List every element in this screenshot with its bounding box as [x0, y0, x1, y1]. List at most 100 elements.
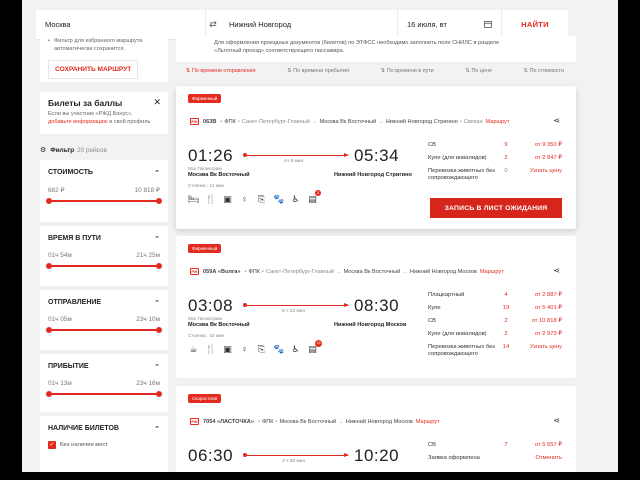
chevron-up-icon[interactable]: ⌃ [154, 235, 160, 243]
seat-count: 0 [504, 168, 508, 174]
frame-right [618, 0, 640, 480]
date-value: 16 июля, вт [407, 20, 447, 29]
range-min: 01ч 05м [48, 316, 72, 323]
route-arrow [243, 303, 349, 307]
price: от 10 818 ₽ [531, 318, 562, 324]
train-badge: Скоростной [188, 394, 222, 403]
bed-icon: 🛏 [188, 194, 200, 204]
train-logo-icon: РЖ [190, 268, 199, 275]
class-name: СВ [428, 318, 437, 324]
seat-count: 2 [504, 318, 508, 324]
from-input[interactable]: Москва [36, 10, 206, 39]
price-row[interactable]: Купе 19 от 5 401 ₽ [428, 305, 562, 318]
date-input[interactable]: 16 июля, вт [398, 10, 502, 39]
share-icon[interactable]: ⋖ [553, 266, 560, 275]
range-max: 23ч 16м [136, 380, 160, 387]
price-slider[interactable] [46, 198, 162, 204]
route-link[interactable]: Маршрут [480, 269, 504, 275]
filter-label: Фильтр [50, 146, 75, 154]
filter-row[interactable]: ⚙ Фильтр 20 рейсов [40, 143, 168, 157]
chevron-up-icon[interactable]: ⌃ [154, 299, 160, 307]
sort-bar: ⇅ По времени отправления ⇅ По времени пр… [176, 68, 576, 80]
class-name: СВ [428, 142, 437, 148]
route-from: Санкт-Петербург-Главный [241, 118, 310, 125]
frame-left [0, 0, 22, 480]
to-input[interactable]: Нижний Новгород [220, 10, 398, 39]
filter-duration: ВРЕМЯ В ПУТИ ⌃ 01ч 54м 21ч 25м [40, 226, 168, 286]
duration-slider[interactable] [46, 263, 162, 269]
route-arrow [243, 453, 349, 457]
route-link[interactable]: Маршрут [486, 119, 510, 125]
arrival-time: 08:30 [354, 296, 400, 315]
filter-arrival: ПРИБЫТИЕ ⌃ 01ч 13м 23ч 16м [40, 354, 168, 412]
info-line: «Льготный проезд» соответствующего пасса… [214, 48, 345, 54]
close-icon[interactable]: ✕ [153, 97, 161, 108]
availability-checkbox[interactable]: ✓ Без наличия мест [48, 441, 160, 449]
route-link[interactable]: Маршрут [416, 419, 440, 425]
departure-note: Мск Посмотрим [188, 316, 222, 321]
price-row[interactable]: Заявка оформлена Отменить [428, 455, 562, 468]
route-arrow [243, 153, 349, 157]
arrival-time: 10:20 [354, 446, 400, 465]
sort-price[interactable]: ⇅ По цене [465, 68, 491, 80]
price-link[interactable]: Узнать цену [516, 344, 562, 362]
more-amenities-icon[interactable]: ▤ 13 [307, 340, 322, 355]
price-row[interactable]: СВ 2 от 10 818 ₽ [428, 318, 562, 331]
chevron-up-icon[interactable]: ⌃ [154, 425, 160, 433]
route-to: Нижний Новгород Стригино [385, 118, 458, 125]
train-route: РЖ 7054 «ЛАСТОЧКА» • ФПК • Москва Вк Восто… [190, 418, 440, 425]
route-via: Москва Вк Восточный [343, 268, 401, 275]
arrival-station: Нижний Новгород Стригино [334, 172, 412, 178]
route-from: Москва Вк Восточный [279, 418, 337, 425]
seat-count: 14 [502, 344, 510, 350]
waitlist-button[interactable]: ЗАПИСЬ В ЛИСТ ОЖИДАНИЯ [430, 198, 562, 218]
seat-count: 19 [502, 305, 510, 311]
find-button[interactable]: НАЙТИ [502, 10, 568, 39]
checkmark-icon: ✓ [48, 441, 56, 449]
filter-title: НАЛИЧИЕ БИЛЕТОВ [48, 425, 119, 432]
departure-time: 06:30 [188, 446, 234, 465]
share-icon[interactable]: ⋖ [553, 116, 560, 125]
calendar-icon [484, 20, 492, 30]
price: от 5 557 ₽ [534, 442, 562, 448]
more-amenities-icon[interactable]: ▤ 3 [307, 190, 321, 205]
bonus-text-part: в свой профиль [109, 118, 151, 125]
bonus-text-part: Если вы участник «РЖД Бонус», [48, 111, 133, 117]
train-badge: Фирменный [188, 244, 222, 253]
amenities: 🛏 🍴 ▣ ♀ ⎘ 🐾 ♿ ▤ 3 [188, 190, 321, 205]
route-note: Фильтр для избранного маршрута автоматич… [48, 36, 160, 53]
route-to: Нижний Новгород Москов [409, 268, 477, 275]
route-extra: Связан [463, 118, 483, 125]
filter-title: ВРЕМЯ В ПУТИ [48, 235, 101, 242]
price-row[interactable]: Перевозка животных без сопровождающего 14… [428, 344, 562, 362]
swap-icon[interactable]: ⇄ [206, 10, 220, 39]
chevron-up-icon[interactable]: ⌃ [154, 169, 160, 177]
sort-cost[interactable]: ⇅ По стоимости [524, 68, 564, 80]
price-link[interactable]: Узнать цену [516, 168, 562, 186]
filter-title: СТОИМОСТЬ [48, 169, 93, 176]
save-route-button[interactable]: СОХРАНИТЬ МАРШРУТ [48, 60, 139, 79]
share-icon[interactable]: ⋖ [553, 416, 560, 425]
arrival-slider[interactable] [46, 391, 162, 397]
stop-note: Стоянка : 15 мин [188, 333, 225, 338]
price-row[interactable]: Купе (для инвалидов) 2 от 2 973 ₽ [428, 331, 562, 344]
sort-duration[interactable]: ⇅ По времени в пути [381, 68, 434, 80]
price-row[interactable]: СВ 7 от 5 557 ₽ [428, 442, 562, 455]
price-row[interactable]: СВ 9 от 9 350 ₽ [428, 142, 562, 155]
price: от 5 401 ₽ [534, 305, 562, 311]
bonus-add-info-link[interactable]: добавьте информацию [48, 119, 108, 125]
sort-arrival[interactable]: ⇅ По времени прибытия [287, 68, 349, 80]
route-to: Нижний Новгород Москов [345, 418, 413, 425]
price-row[interactable]: Плацкартный 4 от 2 887 ₽ [428, 292, 562, 305]
departure-slider[interactable] [46, 327, 162, 333]
train-route: РЖ 063В • ФПК • Санкт-Петербург-Главный → М… [190, 118, 510, 125]
price-row[interactable]: Перевозка животных без сопровождающего 0 У… [428, 168, 562, 186]
price-row[interactable]: Купе (для инвалидов) 2 от 2 847 ₽ [428, 155, 562, 168]
route-from: Санкт-Петербург-Главный [265, 268, 334, 275]
class-name: СВ [428, 442, 437, 448]
chevron-up-icon[interactable]: ⌃ [154, 363, 160, 371]
checkbox-label: Без наличия мест [60, 442, 108, 448]
sort-departure[interactable]: ⇅ По времени отправления [186, 68, 256, 80]
train-logo-icon: РЖ [190, 118, 199, 125]
cancel-request-link[interactable]: Отменить [516, 455, 563, 468]
